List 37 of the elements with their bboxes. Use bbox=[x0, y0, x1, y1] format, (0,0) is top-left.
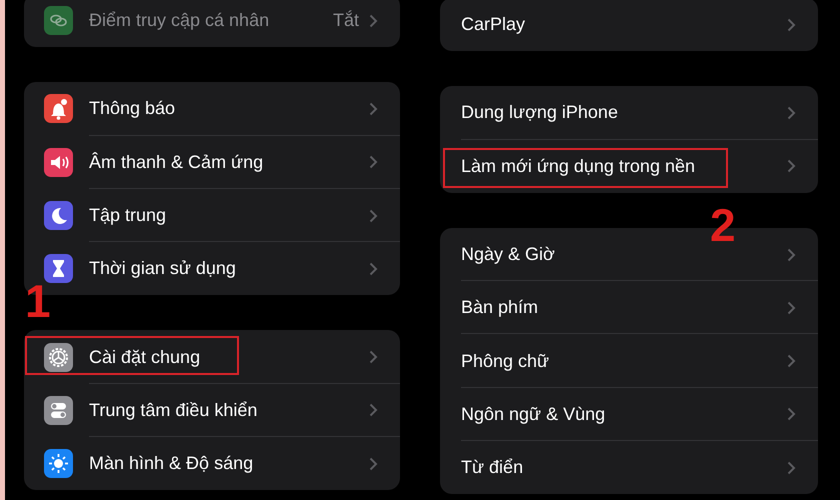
settings-row[interactable]: Ngôn ngữ & Vùng bbox=[440, 388, 818, 442]
settings-row[interactable]: Phông chữ bbox=[440, 334, 818, 388]
chevron-icon bbox=[787, 300, 796, 315]
gear-icon bbox=[44, 342, 73, 372]
chevron-icon bbox=[369, 208, 378, 223]
settings-row[interactable]: Từ điển bbox=[440, 441, 818, 494]
moon-icon bbox=[44, 201, 73, 230]
chevron-icon bbox=[369, 403, 378, 418]
step-number: 2 bbox=[710, 202, 736, 248]
chevron-icon bbox=[787, 159, 796, 174]
chevron-icon bbox=[787, 106, 796, 120]
chevron-icon bbox=[369, 262, 378, 276]
settings-row[interactable]: Âm thanh & Cảm ứng bbox=[24, 136, 400, 189]
settings-row[interactable]: Thông báo bbox=[24, 82, 400, 136]
chevron-icon bbox=[787, 18, 796, 32]
chevron-icon bbox=[369, 14, 378, 28]
settings-row[interactable]: Bàn phím bbox=[440, 281, 818, 334]
chevron-icon bbox=[787, 407, 796, 422]
link-icon bbox=[44, 6, 73, 36]
sun-icon bbox=[44, 449, 73, 478]
settings-row[interactable]: CarPlay bbox=[440, 0, 818, 52]
settings-row[interactable]: Tập trung bbox=[24, 188, 400, 242]
bell-icon bbox=[44, 94, 73, 124]
chevron-icon bbox=[369, 102, 378, 116]
chevron-icon bbox=[787, 248, 796, 262]
toggles-icon bbox=[44, 396, 73, 425]
chevron-icon bbox=[369, 155, 378, 170]
settings-row[interactable]: Dung lượng iPhone bbox=[440, 86, 818, 140]
hourglass-icon bbox=[44, 254, 73, 284]
chevron-icon bbox=[369, 350, 378, 364]
chevron-icon bbox=[787, 460, 796, 475]
chevron-icon bbox=[787, 354, 796, 368]
speaker-icon bbox=[44, 148, 73, 177]
step-number: 1 bbox=[25, 278, 51, 324]
settings-row[interactable]: Trung tâm điều khiển bbox=[24, 384, 400, 438]
settings-row[interactable]: Màn hình & Độ sáng bbox=[24, 437, 400, 490]
chevron-icon bbox=[369, 456, 378, 471]
